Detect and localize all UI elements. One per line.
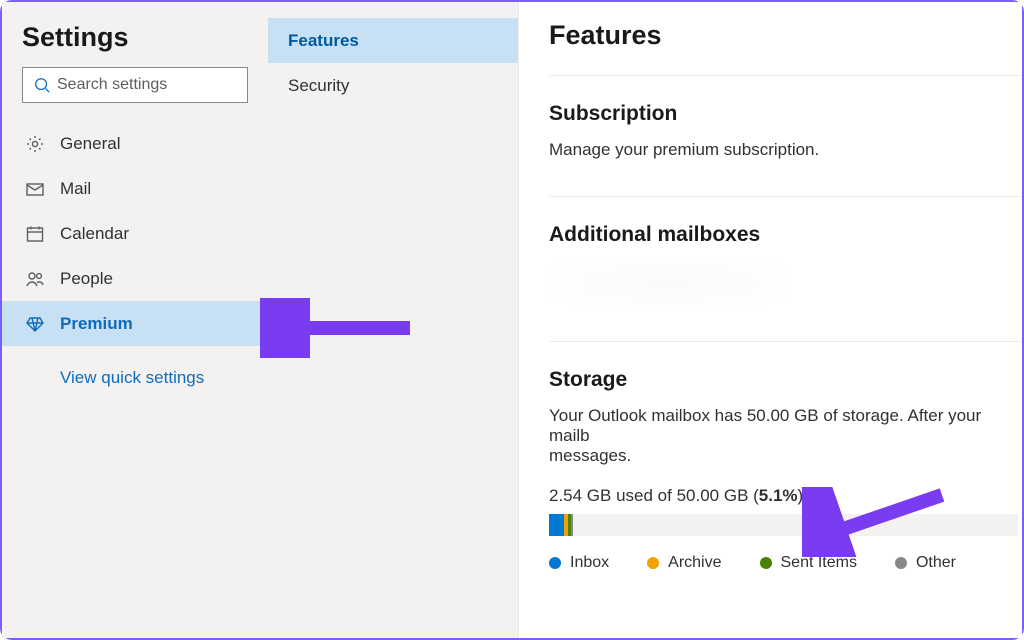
storage-bar bbox=[549, 514, 1018, 536]
sidebar-item-label: Mail bbox=[60, 179, 91, 199]
mail-icon bbox=[22, 179, 48, 199]
search-wrap bbox=[2, 67, 268, 121]
subscription-text: Manage your premium subscription. bbox=[549, 140, 1022, 160]
calendar-icon bbox=[22, 224, 48, 244]
storage-legend: Inbox Archive Sent Items Other bbox=[549, 554, 1022, 572]
sidebar-item-mail[interactable]: Mail bbox=[2, 166, 268, 211]
sidebar-item-label: Calendar bbox=[60, 224, 129, 244]
legend-label: Other bbox=[916, 554, 956, 572]
legend-dot-icon bbox=[647, 557, 659, 569]
storage-used-suffix: ) bbox=[798, 486, 804, 505]
search-box[interactable] bbox=[22, 67, 248, 103]
legend-label: Sent Items bbox=[781, 554, 857, 572]
legend-dot-icon bbox=[549, 557, 561, 569]
sidebar-item-label: People bbox=[60, 269, 113, 289]
gear-icon bbox=[22, 134, 48, 154]
subnav-item-features[interactable]: Features bbox=[268, 18, 518, 63]
storage-segment-other bbox=[571, 514, 573, 536]
storage-used-percent: 5.1% bbox=[759, 486, 798, 505]
legend-label: Inbox bbox=[570, 554, 609, 572]
page-title: Features bbox=[549, 20, 1022, 76]
view-quick-settings-link[interactable]: View quick settings bbox=[2, 346, 268, 388]
legend-item-inbox: Inbox bbox=[549, 554, 609, 572]
subscription-heading: Subscription bbox=[549, 102, 1022, 126]
storage-section: Storage Your Outlook mailbox has 50.00 G… bbox=[549, 342, 1022, 582]
sidebar-item-general[interactable]: General bbox=[2, 121, 268, 166]
legend-item-sent-items: Sent Items bbox=[760, 554, 857, 572]
redacted-content bbox=[549, 261, 789, 305]
storage-text: Your Outlook mailbox has 50.00 GB of sto… bbox=[549, 406, 1022, 466]
sidebar-item-people[interactable]: People bbox=[2, 256, 268, 301]
storage-segment-inbox bbox=[549, 514, 564, 536]
subnav-item-security[interactable]: Security bbox=[268, 63, 518, 108]
legend-label: Archive bbox=[668, 554, 721, 572]
legend-dot-icon bbox=[895, 557, 907, 569]
sidebar-item-label: General bbox=[60, 134, 120, 154]
sidebar-item-premium[interactable]: Premium bbox=[2, 301, 268, 346]
search-icon bbox=[33, 76, 51, 94]
storage-used-prefix: 2.54 GB used of 50.00 GB ( bbox=[549, 486, 759, 505]
search-input[interactable] bbox=[57, 76, 264, 94]
mailboxes-section: Additional mailboxes bbox=[549, 197, 1022, 315]
settings-content: Features Subscription Manage your premiu… bbox=[518, 2, 1022, 638]
settings-title: Settings bbox=[2, 16, 268, 67]
legend-item-archive: Archive bbox=[647, 554, 721, 572]
settings-nav: General Mail Calendar People Premium bbox=[2, 121, 268, 346]
storage-heading: Storage bbox=[549, 368, 1022, 392]
subscription-section: Subscription Manage your premium subscri… bbox=[549, 76, 1022, 170]
sidebar-item-calendar[interactable]: Calendar bbox=[2, 211, 268, 256]
diamond-icon bbox=[22, 314, 48, 334]
people-icon bbox=[22, 269, 48, 289]
sidebar-item-label: Premium bbox=[60, 314, 133, 334]
legend-item-other: Other bbox=[895, 554, 956, 572]
settings-sidebar: Settings General Mail Calendar People Premiu… bbox=[2, 2, 268, 638]
settings-subnav: FeaturesSecurity bbox=[268, 2, 518, 638]
legend-dot-icon bbox=[760, 557, 772, 569]
mailboxes-heading: Additional mailboxes bbox=[549, 223, 1022, 247]
storage-used-line: 2.54 GB used of 50.00 GB (5.1%) bbox=[549, 486, 1022, 506]
